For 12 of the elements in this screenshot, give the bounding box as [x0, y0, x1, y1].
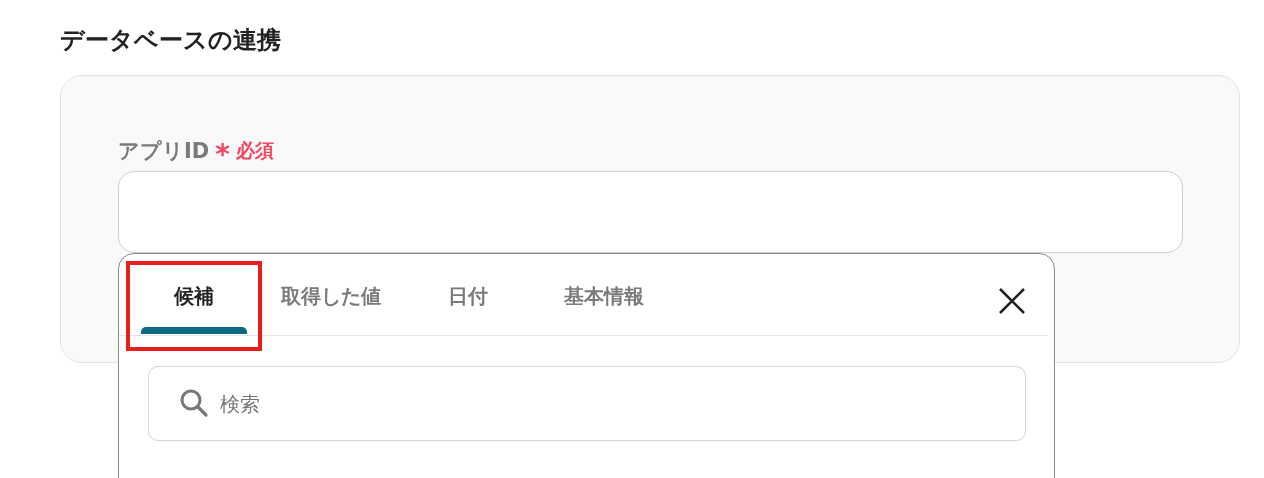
field-label: アプリID [118, 138, 210, 165]
required-mark: * [215, 137, 230, 165]
search-field[interactable]: 検索 [148, 366, 1026, 441]
tab[interactable]: 基本情報 [536, 261, 672, 351]
search-icon [179, 388, 209, 418]
tab[interactable]: 取得した値 [262, 261, 400, 351]
close-icon[interactable] [998, 287, 1026, 315]
tab[interactable]: 候補 [126, 261, 262, 351]
tab[interactable]: 日付 [400, 261, 536, 351]
app-id-field[interactable] [118, 171, 1183, 253]
required-text: 必須 [235, 138, 274, 163]
section-title: データベースの連携 [60, 25, 282, 56]
